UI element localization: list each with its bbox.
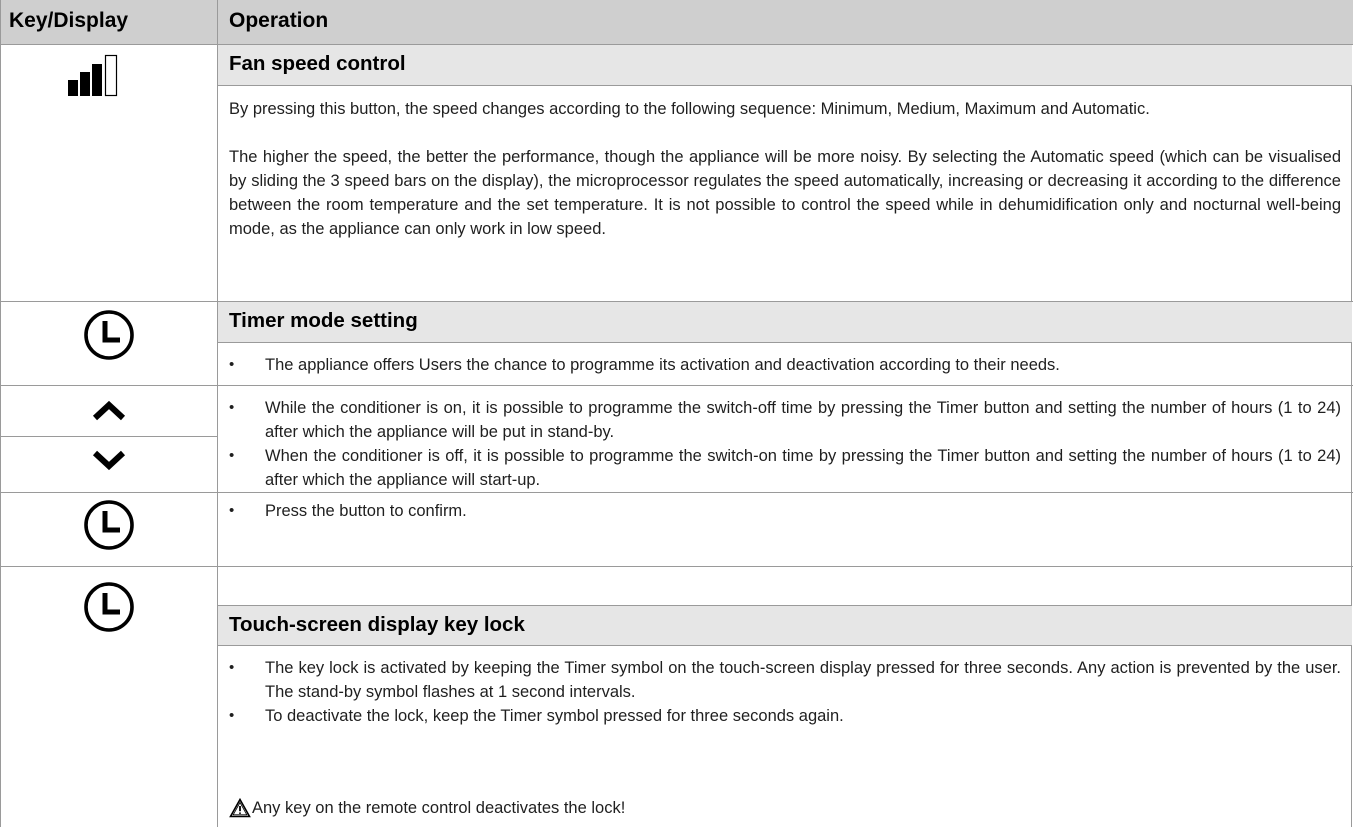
key-lock-warning-text: Any key on the remote control deactivate… — [252, 798, 626, 817]
row-divider — [1, 492, 1353, 493]
chevron-up-icon — [92, 400, 126, 421]
confirm-bullet: • Press the button to confirm. — [229, 499, 1341, 523]
clock-icon — [84, 310, 134, 360]
clock-icon — [84, 500, 134, 550]
fan-speed-title: Fan speed control — [229, 52, 406, 75]
row-divider — [1, 385, 1353, 386]
arrows-bullet-2-text: When the conditioner is off, it is possi… — [265, 447, 1341, 489]
key-lock-bullet-2-text: To deactivate the lock, keep the Timer s… — [265, 707, 844, 725]
arrows-bullet-1: • While the conditioner is on, it is pos… — [229, 396, 1341, 444]
bullet: • — [229, 707, 235, 724]
warning-triangle-icon — [229, 798, 251, 818]
arrows-bullet-1-text: While the conditioner is on, it is possi… — [265, 399, 1341, 441]
fan-speed-paragraph-2: The higher the speed, the better the per… — [229, 148, 1341, 238]
key-lock-title-cell: Touch-screen display key lock — [218, 605, 1352, 646]
chevron-down-icon — [92, 450, 126, 471]
timer-title: Timer mode setting — [229, 309, 418, 332]
table-header: Key/Display Operation — [1, 0, 1353, 45]
bullet: • — [229, 659, 235, 676]
operations-table: Key/Display Operation Fan speed control … — [0, 0, 1353, 827]
bullet: • — [229, 447, 235, 464]
key-divider — [1, 436, 218, 437]
row-divider — [1, 566, 1353, 567]
confirm-bullet-text: Press the button to confirm. — [265, 502, 467, 520]
clock-icon — [84, 582, 134, 632]
fan-speed-paragraph-1: By pressing this button, the speed chang… — [229, 100, 1150, 118]
fan-speed-bars-icon — [68, 54, 118, 97]
arrows-bullet-2: • When the conditioner is off, it is pos… — [229, 444, 1341, 492]
header-operation: Operation — [229, 9, 329, 32]
timer-title-cell: Timer mode setting — [218, 302, 1352, 343]
bullet: • — [229, 502, 235, 519]
key-lock-warning: Any key on the remote control deactivate… — [229, 798, 625, 818]
key-lock-bullet-1: • The key lock is activated by keeping t… — [229, 656, 1341, 704]
fan-speed-title-cell: Fan speed control — [218, 45, 1352, 86]
key-lock-bullet-2: • To deactivate the lock, keep the Timer… — [229, 704, 1341, 728]
key-lock-title: Touch-screen display key lock — [229, 613, 525, 636]
key-lock-bullet-1-text: The key lock is activated by keeping the… — [265, 659, 1341, 701]
header-key-display: Key/Display — [9, 9, 129, 32]
timer-bullet: • The appliance offers Users the chance … — [229, 353, 1341, 377]
timer-bullet-text: The appliance offers Users the chance to… — [265, 356, 1060, 374]
column-divider — [217, 0, 218, 827]
bullet: • — [229, 356, 235, 373]
bullet: • — [229, 399, 235, 416]
